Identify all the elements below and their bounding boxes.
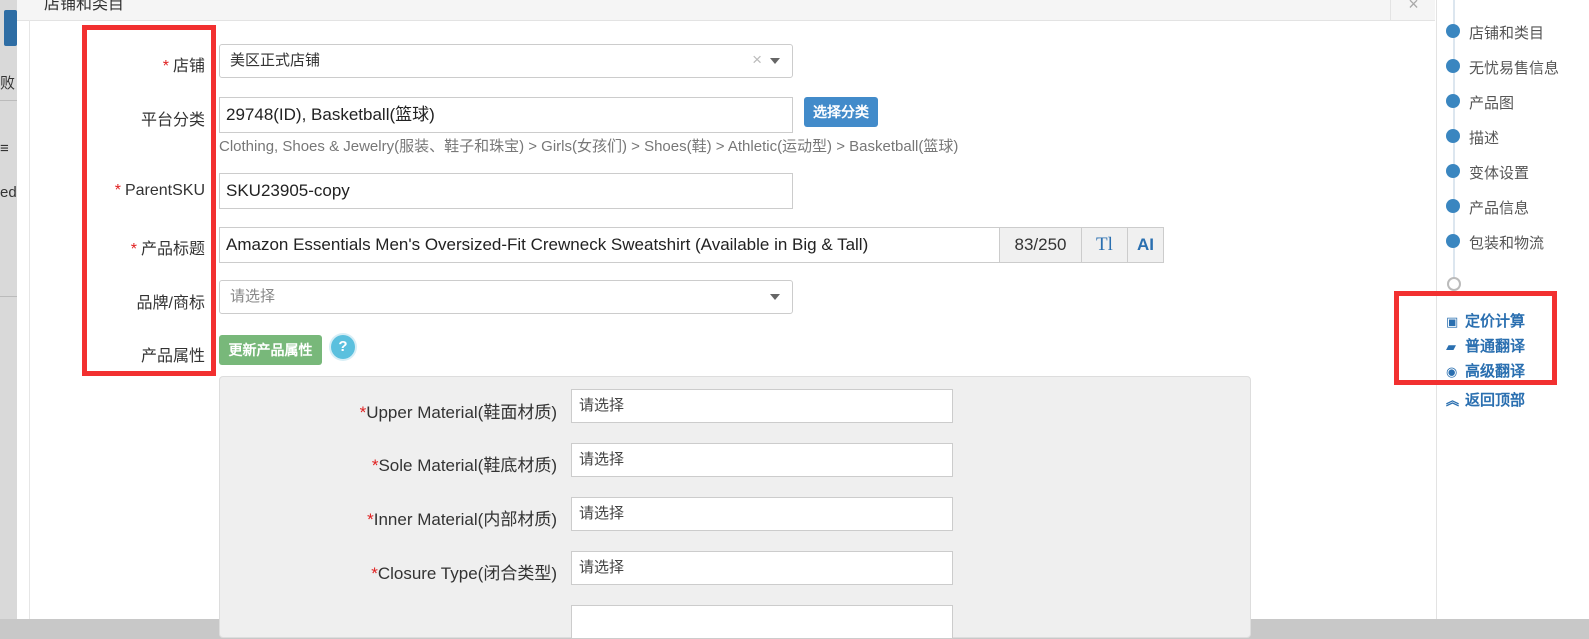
attribute-label: *Inner Material(内部材质) (367, 510, 557, 529)
store-select-value: 美区正式店铺 (230, 52, 321, 69)
title-char-counter: 83/250 (999, 227, 1082, 263)
product-title-input[interactable]: Amazon Essentials Men's Oversized-Fit Cr… (219, 227, 1000, 263)
brand-select-placeholder: 请选择 (230, 288, 276, 305)
calculator-icon: ▣ (1446, 314, 1459, 329)
chat-icon: ◉ (1446, 364, 1458, 379)
parent-sku-label: * ParentSKU (114, 182, 205, 199)
update-attributes-button[interactable]: 更新产品属性 (219, 335, 322, 365)
parent-sku-input[interactable]: SKU23905-copy (219, 173, 793, 209)
background-divider (0, 100, 17, 101)
nav-dot-icon (1446, 94, 1460, 108)
nav-dot-icon (1446, 129, 1460, 143)
attribute-label: *Upper Material(鞋面材质) (359, 403, 557, 422)
close-icon[interactable]: × (1390, 0, 1436, 20)
ai-button[interactable]: AI (1127, 227, 1164, 263)
store-label: * 店铺 (162, 58, 205, 75)
attribute-input[interactable]: 请选择 (571, 497, 953, 531)
attribute-input[interactable]: 请选择 (571, 389, 953, 423)
attribute-input[interactable]: 请选择 (571, 551, 953, 585)
sidenav-item-store-category[interactable]: 店铺和类目 (1469, 22, 1544, 43)
product-attributes-label: 产品属性 (140, 348, 205, 365)
sidenav-item-info[interactable]: 无忧易售信息 (1469, 57, 1559, 78)
chevron-down-icon (770, 58, 780, 64)
nav-dot-icon (1446, 59, 1460, 73)
basic-translate-link[interactable]: ▰ 普通翻译 (1446, 335, 1525, 356)
category-path: Clothing, Shoes & Jewelry(服装、鞋子和珠宝) > Gi… (219, 138, 959, 155)
background-button (4, 10, 17, 46)
brand-label: 品牌/商标 (136, 295, 205, 312)
nav-dot-icon (1446, 234, 1460, 248)
modal-header: 店铺和类目 × (17, 0, 1435, 21)
title-case-button[interactable]: Tl (1081, 227, 1128, 263)
advanced-translate-link[interactable]: ◉ 高级翻译 (1446, 360, 1525, 381)
select-category-button[interactable]: 选择分类 (804, 97, 878, 127)
store-select[interactable]: 美区正式店铺 × (219, 44, 793, 78)
nav-end-icon (1447, 277, 1461, 291)
sidenav-item-description[interactable]: 描述 (1469, 127, 1499, 148)
back-to-top-link[interactable]: ︽ 返回顶部 (1446, 389, 1525, 410)
background-text: ed (0, 184, 17, 201)
nav-dot-icon (1446, 24, 1460, 38)
background-divider (0, 296, 17, 297)
category-input[interactable]: 29748(ID), Basketball(篮球) (219, 97, 793, 133)
sidenav-item-variants[interactable]: 变体设置 (1469, 162, 1529, 183)
book-icon: ▰ (1446, 339, 1456, 354)
help-icon[interactable]: ? (331, 335, 355, 359)
product-edit-modal: 店铺和类目 × * 店铺 美区正式店铺 × 平台分类 29748(ID), Bas… (17, 0, 1589, 639)
chevron-down-icon (770, 294, 780, 300)
product-title-label: * 产品标题 (130, 241, 205, 258)
attribute-input[interactable] (571, 605, 953, 639)
background-text: 败 (0, 75, 16, 92)
label-column-highlight (82, 25, 216, 376)
pricing-calculator-link[interactable]: ▣ 定价计算 (1446, 310, 1525, 331)
modal-title: 店铺和类目 (44, 0, 125, 13)
attribute-input[interactable]: 请选择 (571, 443, 953, 477)
nav-dot-icon (1446, 164, 1460, 178)
clear-icon[interactable]: × (752, 45, 762, 75)
sidenav-item-shipping[interactable]: 包装和物流 (1469, 232, 1544, 253)
background-text: ≡ (0, 140, 9, 157)
nav-dot-icon (1446, 199, 1460, 213)
brand-select[interactable]: 请选择 (219, 280, 793, 314)
attribute-label: *Closure Type(闭合类型) (371, 564, 557, 583)
attributes-panel: *Upper Material(鞋面材质) 请选择 *Sole Material… (219, 376, 1251, 639)
attribute-label: *Sole Material(鞋底材质) (371, 456, 557, 475)
sidenav-item-product-info[interactable]: 产品信息 (1469, 197, 1529, 218)
sidenav-item-images[interactable]: 产品图 (1469, 92, 1514, 113)
chevrons-up-icon: ︽ (1446, 393, 1460, 408)
category-label: 平台分类 (140, 112, 205, 129)
